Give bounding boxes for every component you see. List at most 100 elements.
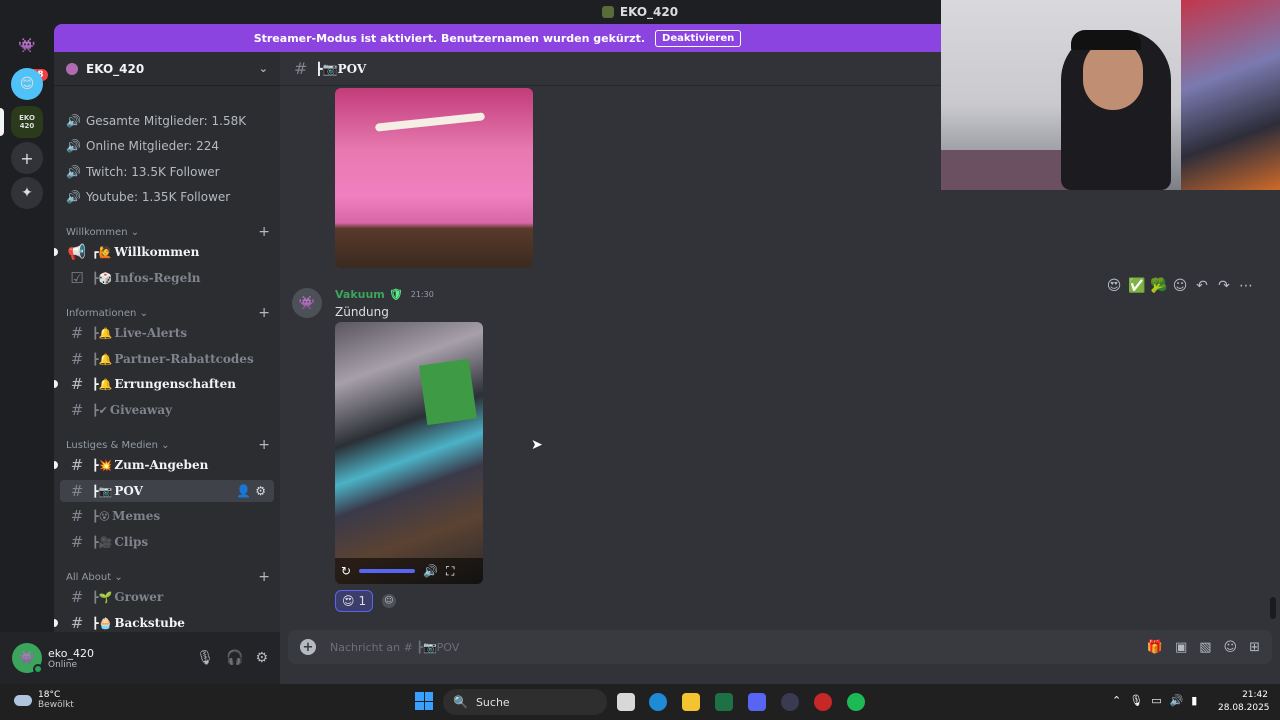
server-eko-icon[interactable]: EKO 420 xyxy=(11,106,43,138)
server-avatar-icon[interactable]: 😊 xyxy=(11,68,43,100)
obs-icon[interactable] xyxy=(781,693,799,711)
chevron-up-icon[interactable]: ⌃ xyxy=(1112,694,1121,707)
weather-widget[interactable]: 18°C Bewölkt xyxy=(14,690,74,710)
deactivate-button[interactable]: Deaktivieren xyxy=(655,29,742,47)
category-all-about[interactable]: All About ⌄ + xyxy=(66,569,270,585)
hash-icon: # xyxy=(70,482,84,500)
reaction-chip[interactable]: 😍 1 xyxy=(335,590,374,612)
add-channel-icon[interactable]: + xyxy=(258,569,270,585)
add-member-icon[interactable]: 👤 xyxy=(236,484,251,498)
replay-icon[interactable]: ↻ xyxy=(341,564,351,578)
speaker-icon: 🔊 xyxy=(66,139,81,153)
channel-errungenschaften[interactable]: # ┣🔔 Errungenschaften xyxy=(54,373,274,395)
channel-clips[interactable]: # ┣🎥 Clips xyxy=(60,531,274,553)
gear-icon[interactable]: ⚙ xyxy=(255,650,268,666)
add-server-icon[interactable]: + xyxy=(11,142,43,174)
reply-icon[interactable]: ↶ xyxy=(1194,278,1210,294)
channel-willkommen[interactable]: 📢 ┏🙋 Willkommen xyxy=(54,241,274,263)
channel-backstube[interactable]: # ┣🧁 Backstube xyxy=(54,612,274,634)
channel-zum-angeben[interactable]: # ┣💥 Zum-Angeben xyxy=(54,454,274,476)
unread-indicator xyxy=(54,380,58,388)
clock-date: 28.08.2025 xyxy=(1218,703,1270,713)
microphone-icon[interactable]: 🎙 xyxy=(196,650,214,666)
microphone-icon[interactable]: 🎙 xyxy=(1129,694,1143,707)
category-informationen[interactable]: Informationen ⌄ + xyxy=(66,305,270,321)
stat-youtube[interactable]: 🔊 Youtube: 1.35K Follower xyxy=(66,190,230,204)
stat-members[interactable]: 🔊 Gesamte Mitglieder: 1.58K xyxy=(66,114,246,128)
scrollbar[interactable] xyxy=(1270,597,1276,619)
hash-icon: # xyxy=(70,375,84,393)
channel-live-alerts[interactable]: # ┣🔔 Live-Alerts xyxy=(60,322,274,344)
add-channel-icon[interactable]: + xyxy=(258,224,270,240)
video-attachment[interactable]: ↻ 🔊 ⛶ xyxy=(335,322,483,584)
avatar[interactable]: 👾 xyxy=(292,288,322,318)
fullscreen-icon[interactable]: ⛶ xyxy=(446,564,454,579)
weather-temp: 18°C xyxy=(38,690,61,700)
message-author[interactable]: Vakuum 🛡 21:30 xyxy=(335,288,434,301)
volume-slider[interactable] xyxy=(359,569,416,573)
channel-partner-rabattcodes[interactable]: # ┣🔔 Partner-Rabattcodes xyxy=(60,348,274,370)
server-header[interactable]: EKO_420 ⌄ xyxy=(54,52,280,86)
search-icon: 🔍 xyxy=(453,695,468,709)
announcement-icon: 📢 xyxy=(67,243,87,261)
explore-icon[interactable]: ✦ xyxy=(11,177,43,209)
channel-giveaway[interactable]: # ┣✔ Giveaway xyxy=(60,399,274,421)
forward-icon[interactable]: ↷ xyxy=(1216,278,1232,294)
hash-icon: # xyxy=(70,614,84,632)
speaker-icon: 🔊 xyxy=(66,190,81,204)
spotify-icon[interactable] xyxy=(847,693,865,711)
sticker-icon[interactable]: ▧ xyxy=(1199,640,1211,655)
category-willkommen[interactable]: Willkommen ⌄ + xyxy=(66,224,270,240)
category-lustiges-medien[interactable]: Lustiges & Medien ⌄ + xyxy=(66,437,270,453)
role-shield-icon: 🛡 xyxy=(388,288,403,301)
network-icon[interactable]: ▭ xyxy=(1151,694,1161,707)
mouse-cursor-icon: ➤ xyxy=(531,437,543,453)
streamer-mode-banner: Streamer-Modus ist aktiviert. Benutzerna… xyxy=(54,24,941,52)
discord-home-icon[interactable]: 👾 xyxy=(11,30,43,62)
app-icon[interactable] xyxy=(814,693,832,711)
system-tray: ⌃ 🎙 ▭ 🔊 ▮ xyxy=(1112,694,1197,707)
add-reaction-icon[interactable]: ☺ xyxy=(1172,278,1188,294)
speaker-icon: 🔊 xyxy=(66,114,81,128)
message-input[interactable]: Nachricht an # ┣📷POV xyxy=(330,641,459,654)
upload-plus-icon[interactable]: + xyxy=(300,639,316,655)
clock[interactable]: 21:42 28.08.2025 xyxy=(1218,689,1270,715)
windows-start-icon[interactable] xyxy=(415,692,433,710)
apps-icon[interactable]: ⊞ xyxy=(1249,640,1260,655)
stat-twitch[interactable]: 🔊 Twitch: 13.5K Follower xyxy=(66,165,220,179)
channel-infos-regeln[interactable]: ☑ ┣🎲 Infos-Regeln xyxy=(60,267,274,289)
channel-grower[interactable]: # ┣🌱 Grower xyxy=(60,586,274,608)
gear-icon[interactable]: ⚙ xyxy=(255,484,266,498)
heart-eyes-reaction-icon[interactable]: 😍 xyxy=(1106,278,1122,294)
add-channel-icon[interactable]: + xyxy=(258,437,270,453)
user-panel: 👾 eko_420 Online 🎙 🎧 ⚙ xyxy=(0,632,280,684)
message-time: 21:30 xyxy=(410,290,434,299)
hash-icon: # xyxy=(70,324,84,342)
hash-icon: # xyxy=(70,350,84,368)
headphones-icon[interactable]: 🎧 xyxy=(226,650,243,666)
more-options-icon[interactable]: ⋯ xyxy=(1238,278,1254,294)
server-icon xyxy=(66,62,78,75)
channel-memes[interactable]: # ┣😵 Memes xyxy=(60,505,274,527)
volume-icon[interactable]: 🔊 xyxy=(1170,694,1184,707)
leaf-reaction-icon[interactable]: 🥦 xyxy=(1150,278,1167,294)
emoji-icon[interactable]: ☺ xyxy=(1224,640,1238,655)
channel-pov[interactable]: # ┣📷 POV 👤 ⚙ xyxy=(60,480,274,502)
volume-icon[interactable]: 🔊 xyxy=(423,564,438,578)
gift-icon[interactable]: 🎁 xyxy=(1147,640,1163,655)
task-view-icon[interactable] xyxy=(617,693,635,711)
file-explorer-icon[interactable] xyxy=(682,693,700,711)
edge-icon[interactable] xyxy=(649,693,667,711)
gif-icon[interactable]: ▣ xyxy=(1175,640,1187,655)
image-attachment[interactable] xyxy=(335,88,533,268)
avatar[interactable]: 👾 xyxy=(12,643,43,674)
add-channel-icon[interactable]: + xyxy=(258,305,270,321)
excel-icon[interactable] xyxy=(715,693,733,711)
battery-icon[interactable]: ▮ xyxy=(1191,694,1197,707)
discord-taskbar-icon[interactable] xyxy=(748,693,766,711)
taskbar-search[interactable]: 🔍 Suche xyxy=(443,689,607,715)
checkmark-reaction-icon[interactable]: ✅ xyxy=(1128,278,1145,294)
stat-online[interactable]: 🔊 Online Mitglieder: 224 xyxy=(66,139,219,153)
message-composer[interactable]: + Nachricht an # ┣📷POV 🎁 ▣ ▧ ☺ ⊞ xyxy=(288,630,1272,664)
add-reaction-icon[interactable]: ☺ xyxy=(382,594,396,608)
